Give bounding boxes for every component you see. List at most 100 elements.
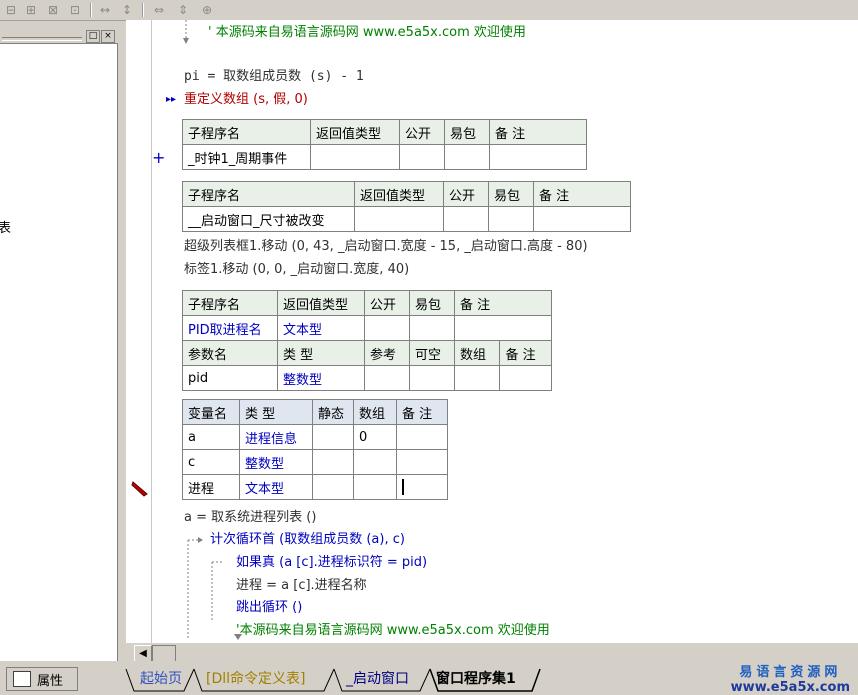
table-cell[interactable]: PID取进程名 xyxy=(182,315,278,341)
col-header: 数组 xyxy=(453,340,501,366)
col-header: 可空 xyxy=(409,340,455,366)
table-cell[interactable] xyxy=(312,474,354,500)
close-button[interactable]: × xyxy=(101,30,115,43)
table-cell[interactable] xyxy=(396,449,448,475)
table-cell[interactable] xyxy=(364,315,410,341)
table-cell[interactable] xyxy=(312,449,354,475)
v-space-icon[interactable]: ⇕ xyxy=(174,1,192,18)
col-header: 类 型 xyxy=(239,399,313,425)
sub-table-2: 子程序名 返回值类型 公开 易包 备 注 __启动窗口_尺寸被改变 xyxy=(182,181,631,232)
same-width-icon[interactable]: ↔ xyxy=(96,1,114,18)
scroll-thumb[interactable] xyxy=(152,645,176,662)
col-header: 静态 xyxy=(312,399,354,425)
table-cell[interactable] xyxy=(399,144,445,170)
table-cell[interactable] xyxy=(499,365,552,391)
code-line: a = 取系统进程列表 () xyxy=(184,510,317,525)
tab-dll-commands[interactable]: [Dll命令定义表] xyxy=(206,669,305,689)
col-header: 返回值类型 xyxy=(354,181,444,207)
col-header: 子程序名 xyxy=(182,119,311,145)
table-cell[interactable] xyxy=(443,206,489,232)
table-cell[interactable] xyxy=(444,144,490,170)
same-height-icon[interactable]: ↕ xyxy=(118,1,136,18)
table-cell[interactable] xyxy=(409,315,455,341)
table-cell[interactable] xyxy=(312,424,354,450)
col-header: 备 注 xyxy=(396,399,448,425)
flow-connector xyxy=(183,20,189,44)
code-editor[interactable]: ' 本源码来自易语言源码网 www.e5a5x.com 欢迎使用 pi = 取数… xyxy=(126,20,858,643)
table-cell[interactable] xyxy=(364,365,410,391)
code-line: 进程 = a [c].进程名称 xyxy=(236,578,367,593)
align-top-icon[interactable]: ⊡ xyxy=(66,1,84,18)
table-cell[interactable]: 0 xyxy=(353,424,397,450)
table-cell[interactable] xyxy=(396,424,448,450)
col-header: 备 注 xyxy=(499,340,552,366)
table-cell[interactable] xyxy=(353,474,397,500)
table-cell[interactable] xyxy=(310,144,400,170)
table-cell[interactable] xyxy=(489,144,587,170)
table-cell[interactable] xyxy=(488,206,534,232)
align-center-icon[interactable]: ⊞ xyxy=(22,1,40,18)
col-header: 公开 xyxy=(399,119,445,145)
sub-table-3: 子程序名 返回值类型 公开 易包 备 注 PID取进程名 文本型 参数名 类 型… xyxy=(182,290,552,391)
toolbar: ⊟ ⊞ ⊠ ⊡ ↔ ↕ ⇔ ⇕ ⊕ xyxy=(0,0,858,21)
table-cell[interactable] xyxy=(453,365,501,391)
comment-line: ' 本源码来自易语言源码网 www.e5a5x.com 欢迎使用 xyxy=(208,25,526,40)
table-cell[interactable]: 进程 xyxy=(182,474,240,500)
col-header: 返回值类型 xyxy=(310,119,400,145)
tab-window-assembly[interactable]: 窗口程序集1 xyxy=(436,669,516,689)
logo-title: 易语言资源网 xyxy=(739,665,842,680)
col-header: 参考 xyxy=(364,340,410,366)
table-cell[interactable] xyxy=(409,365,455,391)
col-header: 备 注 xyxy=(489,119,587,145)
table-cell[interactable]: pid xyxy=(182,365,278,391)
table-cell[interactable]: a xyxy=(182,424,240,450)
table-cell[interactable]: 文本型 xyxy=(239,474,313,500)
table-cell[interactable] xyxy=(533,206,631,232)
code-line: 跳出循环 () xyxy=(236,600,303,615)
col-header: 子程序名 xyxy=(182,181,355,207)
horizontal-scrollbar[interactable]: ◀ xyxy=(126,643,858,662)
code-line: 标签1.移动 (0, 0, _启动窗口.宽度, 40) xyxy=(184,262,410,277)
maximize-button[interactable]: □ xyxy=(86,30,100,43)
gutter xyxy=(126,20,152,643)
expand-icon[interactable]: + xyxy=(152,150,165,166)
h-space-icon[interactable]: ⇔ xyxy=(150,1,168,18)
col-header: 易包 xyxy=(409,290,455,316)
pencil-icon xyxy=(131,481,148,497)
scroll-left-icon[interactable]: ◀ xyxy=(134,645,152,662)
left-panel-body[interactable]: 表 xyxy=(0,43,118,663)
tab-startup-window[interactable]: _启动窗口 xyxy=(346,669,409,689)
tab-label: 属性 xyxy=(37,673,64,689)
current-line-arrow-icon: ▸▸ xyxy=(166,94,177,105)
truncated-label: 表 xyxy=(0,221,12,236)
properties-icon xyxy=(13,671,31,687)
table-cell[interactable]: 文本型 xyxy=(277,315,365,341)
table-cell[interactable]: _时钟1_周期事件 xyxy=(182,144,311,170)
table-cell[interactable]: 整数型 xyxy=(239,449,313,475)
align-left-icon[interactable]: ⊟ xyxy=(2,1,20,18)
col-header: 公开 xyxy=(364,290,410,316)
col-header: 数组 xyxy=(353,399,397,425)
col-header: 返回值类型 xyxy=(277,290,365,316)
tab-properties[interactable]: 属性 xyxy=(6,667,78,691)
code-area[interactable]: ' 本源码来自易语言源码网 www.e5a5x.com 欢迎使用 pi = 取数… xyxy=(152,20,858,643)
table-cell[interactable]: 进程信息 xyxy=(239,424,313,450)
col-header: 易包 xyxy=(488,181,534,207)
col-header: 备 注 xyxy=(533,181,631,207)
table-cell[interactable]: 整数型 xyxy=(277,365,365,391)
col-header: 公开 xyxy=(443,181,489,207)
tab-start-page[interactable]: 起始页 xyxy=(140,669,182,689)
table-cell-editing[interactable] xyxy=(396,474,448,500)
align-right-icon[interactable]: ⊠ xyxy=(44,1,62,18)
table-cell[interactable] xyxy=(354,206,444,232)
table-cell[interactable]: __启动窗口_尺寸被改变 xyxy=(182,206,355,232)
grip-line xyxy=(2,37,82,41)
site-logo: 易语言资源网 www.e5a5x.com xyxy=(731,661,850,695)
toolbar-separator xyxy=(90,3,92,17)
center-icon[interactable]: ⊕ xyxy=(198,1,216,18)
table-cell[interactable] xyxy=(353,449,397,475)
toolbar-separator xyxy=(142,3,144,17)
table-cell[interactable] xyxy=(454,315,552,341)
table-cell[interactable]: c xyxy=(182,449,240,475)
code-line: 超级列表框1.移动 (0, 43, _启动窗口.宽度 - 15, _启动窗口.高… xyxy=(184,239,588,254)
